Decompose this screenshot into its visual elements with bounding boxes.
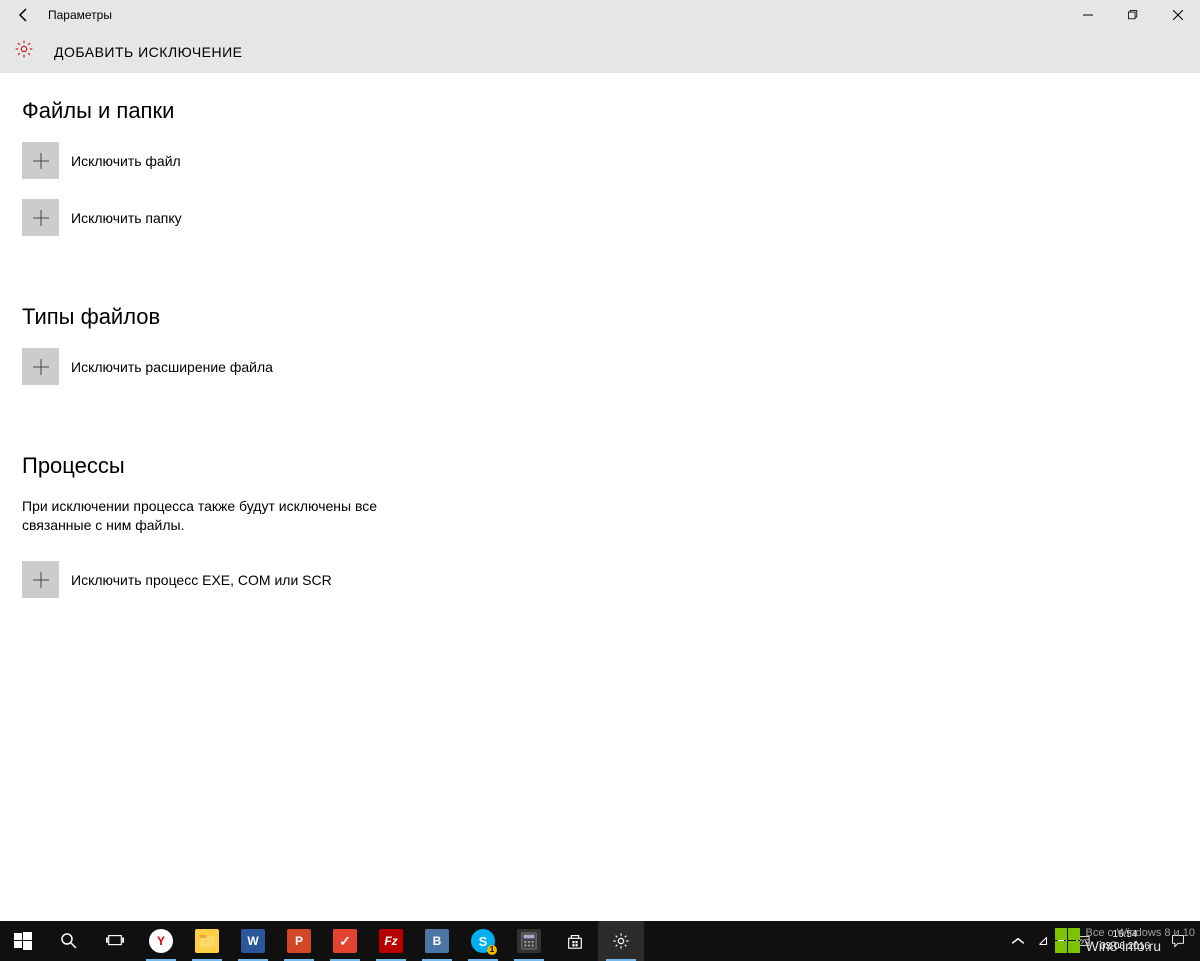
calculator-icon <box>517 929 541 953</box>
plus-icon <box>32 209 50 227</box>
taskbar-app-explorer[interactable] <box>184 921 230 961</box>
window-controls <box>1065 0 1200 30</box>
tray-icons: РУС <box>1032 934 1094 948</box>
taskbar-app-word[interactable]: W <box>230 921 276 961</box>
taskbar-app-skype[interactable]: S 1 <box>460 921 506 961</box>
taskbar-app-yandex[interactable]: Y <box>138 921 184 961</box>
section-title-processes: Процессы <box>22 453 1178 479</box>
action-center-button[interactable] <box>1156 934 1200 948</box>
taskbar-app-powerpoint[interactable]: P <box>276 921 322 961</box>
taskbar-app-filezilla[interactable]: Fz <box>368 921 414 961</box>
content-area: Файлы и папки Исключить файл Исключить п… <box>0 73 1200 598</box>
section-title-types: Типы файлов <box>22 304 1178 330</box>
add-button[interactable] <box>22 348 59 385</box>
tray-overflow-button[interactable] <box>1004 934 1032 948</box>
processes-description: При исключении процесса также будут искл… <box>22 497 422 535</box>
taskview-button[interactable] <box>92 921 138 961</box>
taskbar-app-calculator[interactable] <box>506 921 552 961</box>
exclude-folder-row[interactable]: Исключить папку <box>22 199 1178 236</box>
minimize-button[interactable] <box>1065 0 1110 30</box>
back-button[interactable] <box>0 0 48 30</box>
plus-icon <box>32 152 50 170</box>
gear-icon <box>609 929 633 953</box>
taskbar-app-store[interactable] <box>552 921 598 961</box>
exclude-process-label: Исключить процесс EXE, COM или SCR <box>71 572 332 588</box>
maximize-button[interactable] <box>1110 0 1155 30</box>
taskview-icon <box>106 932 124 950</box>
start-button[interactable] <box>0 921 46 961</box>
search-icon <box>60 932 78 950</box>
exclude-file-row[interactable]: Исключить файл <box>22 142 1178 179</box>
vk-icon: B <box>425 929 449 953</box>
exclude-folder-label: Исключить папку <box>71 210 182 226</box>
minimize-icon <box>1083 10 1093 20</box>
chevron-up-icon <box>1011 934 1025 948</box>
yandex-icon: Y <box>149 929 173 953</box>
taskbar-app-settings[interactable] <box>598 921 644 961</box>
settings-gear-icon <box>14 39 34 64</box>
notification-icon <box>1171 934 1185 948</box>
close-button[interactable] <box>1155 0 1200 30</box>
todoist-icon: ✓ <box>333 929 357 953</box>
word-icon: W <box>241 929 265 953</box>
plus-icon <box>32 358 50 376</box>
folder-icon <box>195 929 219 953</box>
plus-icon <box>32 571 50 589</box>
search-button[interactable] <box>46 921 92 961</box>
volume-icon[interactable] <box>1056 934 1070 948</box>
add-button[interactable] <box>22 142 59 179</box>
language-icon[interactable]: РУС <box>1076 934 1090 948</box>
powerpoint-icon: P <box>287 929 311 953</box>
section-title-files: Файлы и папки <box>22 98 1178 124</box>
maximize-icon <box>1128 10 1138 20</box>
filezilla-icon: Fz <box>379 929 403 953</box>
close-icon <box>1173 10 1183 20</box>
taskbar-app-vk[interactable]: B <box>414 921 460 961</box>
taskbar: Y W P ✓ Fz B S 1 <box>0 921 1200 961</box>
store-icon <box>563 929 587 953</box>
taskbar-clock[interactable]: 16:54 03.06.2016 <box>1094 929 1156 953</box>
window-title: Параметры <box>48 8 112 22</box>
taskbar-app-todoist[interactable]: ✓ <box>322 921 368 961</box>
page-header: ДОБАВИТЬ ИСКЛЮЧЕНИЕ <box>0 30 1200 73</box>
windows-icon <box>14 932 32 950</box>
page-heading: ДОБАВИТЬ ИСКЛЮЧЕНИЕ <box>54 44 243 60</box>
title-bar: Параметры <box>0 0 1200 30</box>
clock-time: 16:54 <box>1100 929 1150 941</box>
skype-icon: S 1 <box>471 929 495 953</box>
exclude-process-row[interactable]: Исключить процесс EXE, COM или SCR <box>22 561 1178 598</box>
system-tray: РУС 16:54 03.06.2016 <box>1004 921 1200 961</box>
exclude-extension-label: Исключить расширение файла <box>71 359 273 375</box>
add-button[interactable] <box>22 561 59 598</box>
network-icon[interactable] <box>1036 934 1050 948</box>
arrow-left-icon <box>16 7 32 23</box>
exclude-file-label: Исключить файл <box>71 153 181 169</box>
exclude-extension-row[interactable]: Исключить расширение файла <box>22 348 1178 385</box>
svg-text:РУС: РУС <box>1077 939 1090 946</box>
add-button[interactable] <box>22 199 59 236</box>
clock-date: 03.06.2016 <box>1100 941 1150 953</box>
